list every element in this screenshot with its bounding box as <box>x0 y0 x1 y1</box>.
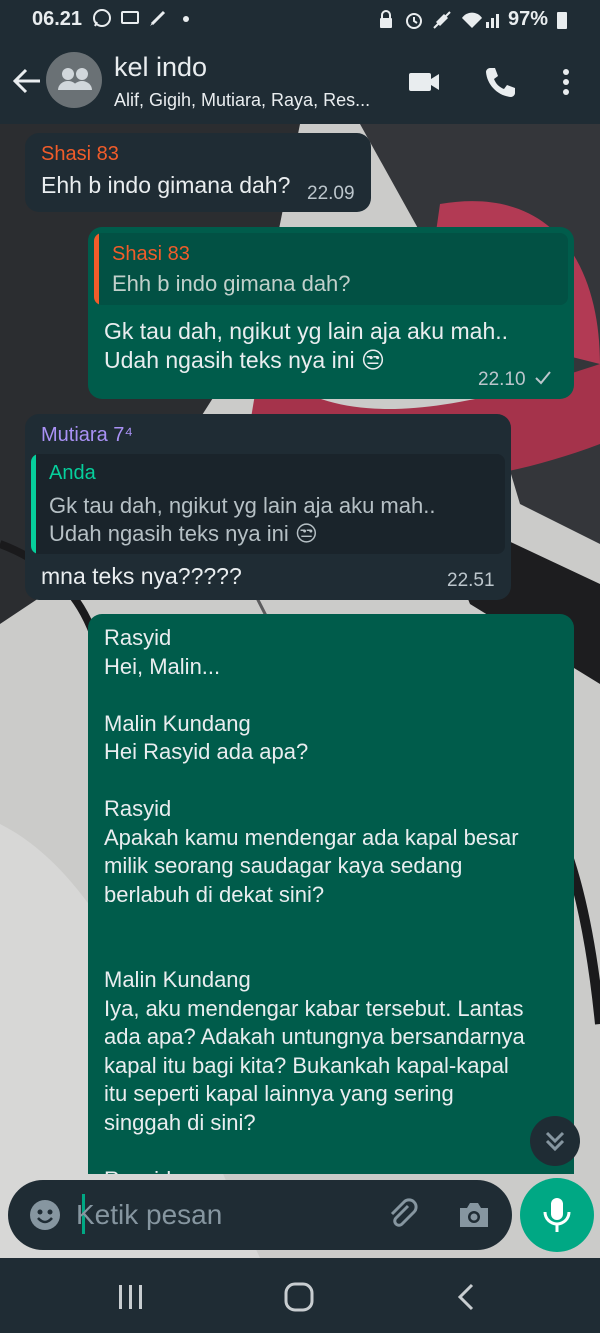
quoted-message[interactable]: Anda Gk tau dah, ngikut yg lain aja aku … <box>31 454 505 554</box>
message-text: Rasyid Hei, Malin... Malin Kundang Hei R… <box>104 625 525 1174</box>
arrow-left-icon[interactable] <box>10 64 44 98</box>
mute-icon <box>433 10 451 29</box>
nav-back-icon[interactable] <box>450 1282 484 1312</box>
message-text: mna teks nya????? <box>41 563 242 589</box>
message-input[interactable] <box>76 1194 376 1236</box>
voice-message-button[interactable] <box>520 1178 594 1252</box>
system-nav-bar <box>0 1258 600 1333</box>
status-bar: 06.21 97% <box>0 0 600 38</box>
home-icon[interactable] <box>282 1282 316 1312</box>
avatar[interactable] <box>46 52 102 108</box>
chat-area[interactable]: Shasi 83 Ehh b indo gimana dah? 22.09 Sh… <box>0 124 600 1258</box>
quoted-message[interactable]: Shasi 83 Ehh b indo gimana dah? <box>94 233 568 305</box>
recent-apps-icon[interactable] <box>114 1282 148 1312</box>
battery-level: 97% <box>507 8 548 30</box>
message-bubble-incoming[interactable]: Shasi 83 Ehh b indo gimana dah? 22.09 <box>25 133 371 212</box>
chat-header: kel indo Alif, Gigih, Mutiara, Raya, Res… <box>0 38 600 124</box>
broom-icon <box>150 10 166 26</box>
message-sender: Mutiara 7⁴ <box>41 424 133 446</box>
single-check-icon <box>535 371 551 385</box>
lock-icon <box>379 9 392 28</box>
camera-icon[interactable] <box>456 1198 492 1232</box>
alarm-icon <box>405 12 422 29</box>
double-chevron-down-icon <box>545 1131 565 1152</box>
message-time: 22.51 <box>447 570 495 591</box>
battery-icon <box>557 11 567 29</box>
paperclip-icon[interactable] <box>386 1198 420 1232</box>
message-time: 22.09 <box>307 183 355 204</box>
chat-participants[interactable]: Alif, Gigih, Mutiara, Raya, Res... <box>114 90 370 111</box>
chat-title[interactable]: kel indo <box>114 52 207 83</box>
quoted-author: Shasi 83 <box>112 243 190 265</box>
quoted-author: Anda <box>49 462 96 484</box>
wifi-signal-icon <box>461 12 499 28</box>
message-sender: Shasi 83 <box>41 143 119 165</box>
message-bubble-incoming[interactable]: Mutiara 7⁴ Anda Gk tau dah, ngikut yg la… <box>25 414 511 600</box>
mic-icon <box>543 1198 571 1232</box>
message-bubble-outgoing[interactable]: Shasi 83 Ehh b indo gimana dah? Gk tau d… <box>88 227 574 399</box>
scroll-to-bottom-button[interactable] <box>530 1116 580 1166</box>
dot-icon <box>183 16 189 22</box>
message-bubble-outgoing[interactable]: Rasyid Hei, Malin... Malin Kundang Hei R… <box>88 614 574 1174</box>
emoji-icon[interactable] <box>28 1198 62 1232</box>
video-camera-icon[interactable] <box>406 64 442 100</box>
quoted-text: Gk tau dah, ngikut yg lain aja aku mah..… <box>49 493 436 546</box>
quoted-text: Ehh b indo gimana dah? <box>112 271 351 296</box>
status-time: 06.21 <box>32 8 83 30</box>
message-text: Gk tau dah, ngikut yg lain aja aku mah..… <box>104 318 509 373</box>
group-icon <box>58 68 92 90</box>
more-vertical-icon[interactable] <box>548 64 584 100</box>
message-composer <box>8 1180 512 1250</box>
message-time: 22.10 <box>478 369 526 390</box>
cast-icon <box>121 11 139 24</box>
message-text: Ehh b indo gimana dah? <box>41 172 291 198</box>
phone-icon[interactable] <box>482 64 518 100</box>
whatsapp-icon <box>93 9 111 27</box>
